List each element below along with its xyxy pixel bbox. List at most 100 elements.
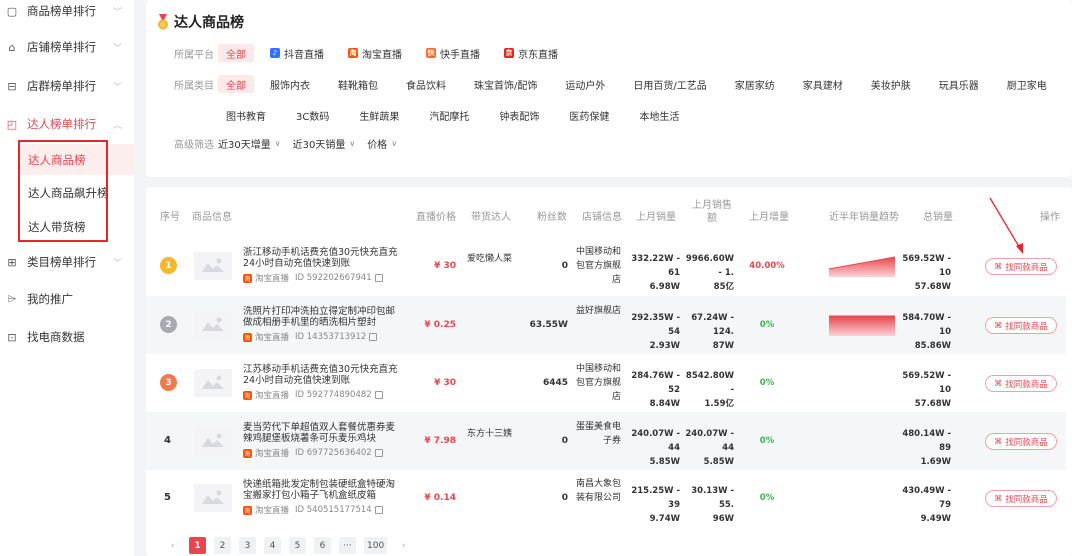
sales-30d-dropdown[interactable]: 近30天销量 ∨: [293, 136, 356, 151]
product-thumbnail[interactable]: [194, 311, 232, 339]
category-chip[interactable]: 钟表配饰: [491, 106, 547, 124]
total-sales-range-end: 57.68W: [914, 399, 951, 409]
find-similar-product-button[interactable]: ⌘ 找同款商品: [985, 490, 1057, 507]
page-button[interactable]: 5: [289, 537, 306, 554]
sidebar-item-shop-ranking[interactable]: ⌂ 店铺榜单排行 ﹀: [0, 32, 134, 62]
sidebar-item-influencer-ranking[interactable]: ◰ 达人榜单排行 ︿: [0, 109, 134, 139]
copy-icon[interactable]: [374, 274, 383, 282]
total-sales: 584.70W - 10 85.86W: [901, 311, 951, 353]
rank-number: 4: [164, 435, 171, 446]
page-button[interactable]: 2: [214, 537, 231, 554]
product-name-link[interactable]: 麦当劳代下单超值双人套餐优惠券麦辣鸡腿堡板烧薯条可乐麦乐鸡块: [243, 422, 401, 444]
last-month-sales-range-end: 6.98W: [649, 282, 680, 292]
shop-name[interactable]: 南昌大象包装有限公司: [576, 477, 621, 505]
platform-chip-jd[interactable]: 京京东直播: [496, 44, 566, 62]
product-name-link[interactable]: 快递纸箱批发定制包装硬纸盒特硬淘宝搬家打包小箱子飞机盒纸皮箱: [243, 479, 401, 501]
sidebar-item-category-ranking[interactable]: ⊞ 类目榜单排行 ﹀: [0, 247, 134, 277]
product-name-link[interactable]: 江苏移动手机话费充值30元快充直充24小时自动充值快速到账: [243, 364, 401, 386]
category-chip[interactable]: 厨卫家电: [999, 75, 1055, 93]
product-thumbnail[interactable]: [194, 427, 232, 455]
category-chip[interactable]: 医药保健: [561, 106, 617, 124]
category-chip[interactable]: 美妆护肤: [863, 75, 919, 93]
growth-30d-dropdown[interactable]: 近30天增量 ∨: [218, 136, 281, 151]
live-price: ¥ 0.25: [424, 320, 456, 330]
product-thumbnail[interactable]: [194, 252, 232, 280]
table-row[interactable]: 1 浙江移动手机话费充值30元快充直充24小时自动充值快速到账 淘 淘宝直播 I…: [146, 237, 1066, 295]
product-thumbnail[interactable]: [194, 369, 232, 397]
taobao-icon: 淘: [243, 273, 252, 283]
category-chip[interactable]: 运动户外: [557, 75, 613, 93]
page-button[interactable]: 4: [264, 537, 281, 554]
category-chip[interactable]: 服饰内衣: [262, 75, 318, 93]
total-sales-range: 569.52W - 10: [902, 254, 951, 278]
category-chip[interactable]: 玩具乐器: [931, 75, 987, 93]
category-chip[interactable]: 珠宝首饰/配饰: [466, 75, 545, 93]
page-button[interactable]: 3: [239, 537, 256, 554]
shop-name[interactable]: 益好旗舰店: [576, 304, 621, 318]
last-month-sales-range: 284.76W - 52: [631, 371, 680, 395]
category-chip[interactable]: 生鲜蔬果: [351, 106, 407, 124]
find-similar-product-button[interactable]: ⌘ 找同款商品: [985, 317, 1057, 334]
next-page-button[interactable]: ›: [395, 537, 412, 554]
copy-icon[interactable]: [374, 506, 383, 514]
category-chip[interactable]: 3C数码: [288, 106, 337, 124]
column-header-price[interactable]: 直播价格: [416, 208, 456, 223]
column-header-last-sales[interactable]: 上月销量: [636, 208, 676, 223]
taobao-icon: 淘: [243, 390, 252, 400]
platform-chip-all[interactable]: 全部: [218, 44, 254, 62]
copy-icon[interactable]: [369, 333, 378, 341]
category-chip[interactable]: 食品饮料: [398, 75, 454, 93]
copy-icon[interactable]: [374, 449, 383, 457]
platform-chip-taobao[interactable]: 淘淘宝直播: [340, 44, 410, 62]
last-month-amount: 30.13W - 55. 96W: [684, 484, 734, 526]
category-chip[interactable]: 汽配摩托: [421, 106, 477, 124]
shop-name[interactable]: 中国移动和包官方旗舰店: [576, 362, 621, 404]
page-button[interactable]: 100: [364, 537, 388, 554]
last-month-amount: 9966.60W - 1. 85亿: [684, 252, 734, 294]
sidebar-item-label: 类目榜单排行: [27, 255, 96, 269]
column-header-last-amount[interactable]: 上月销售额: [691, 199, 733, 225]
table-row[interactable]: 5 快递纸箱批发定制包装硬纸盒特硬淘宝搬家打包小箱子飞机盒纸皮箱 淘 淘宝直播 …: [146, 469, 1066, 527]
table-row[interactable]: 3 江苏移动手机话费充值30元快充直充24小时自动充值快速到账 淘 淘宝直播 I…: [146, 354, 1066, 412]
price-dropdown[interactable]: 价格 ∨: [367, 136, 397, 151]
copy-icon[interactable]: [374, 391, 383, 399]
column-header-fans[interactable]: 粉丝数: [537, 208, 567, 223]
platform-chip-douyin[interactable]: ♪ 抖音直播: [262, 44, 332, 62]
influencer-name[interactable]: 东方十三姨: [466, 427, 512, 441]
sidebar-item-product-ranking[interactable]: ▢ 商品榜单排行 ﹀: [0, 0, 134, 26]
sidebar-item-shop-group-ranking[interactable]: ⊟ 店群榜单排行 ﹀: [0, 71, 134, 101]
last-month-sales: 240.07W - 44 5.85W: [630, 427, 680, 469]
find-similar-product-button[interactable]: ⌘ 找同款商品: [985, 375, 1057, 392]
find-similar-product-button[interactable]: ⌘ 找同款商品: [985, 433, 1057, 450]
column-header-total[interactable]: 总销量: [923, 208, 953, 223]
prev-page-button[interactable]: ‹: [164, 537, 181, 554]
category-chip[interactable]: 家居家纺: [727, 75, 783, 93]
table-row[interactable]: 4 麦当劳代下单超值双人套餐优惠券麦辣鸡腿堡板烧薯条可乐麦乐鸡块 淘 淘宝直播 …: [146, 412, 1066, 470]
page-ellipsis[interactable]: ···: [339, 537, 356, 554]
shop-name[interactable]: 中国移动和包官方旗舰店: [576, 245, 621, 287]
category-chip[interactable]: 日用百货/工艺品: [625, 75, 714, 93]
category-chip[interactable]: 鞋靴箱包: [330, 75, 386, 93]
product-thumbnail[interactable]: [194, 484, 232, 512]
table-row[interactable]: 2 洗照片打印冲洗拍立得定制冲印包邮做成相册手机里的晒洗相片塑封 淘 淘宝直播 …: [146, 296, 1066, 354]
platform-chip-kuaishou[interactable]: 快快手直播: [418, 44, 488, 62]
sidebar-subitem-influencer-products[interactable]: 达人商品榜: [20, 144, 134, 175]
shop-name[interactable]: 蛋蛋美食电子券: [576, 420, 621, 448]
page-button[interactable]: 1: [189, 537, 206, 554]
sidebar-item-find-data[interactable]: ⊡ 找电商数据: [0, 322, 134, 352]
page-button[interactable]: 6: [314, 537, 331, 554]
sidebar-subitem-influencer-sales[interactable]: 达人带货榜: [20, 211, 134, 242]
live-price: ¥ 7.98: [424, 436, 456, 446]
find-similar-product-button[interactable]: ⌘ 找同款商品: [985, 258, 1057, 275]
category-filter-row: 所属类目 全部 服饰内衣 鞋靴箱包 食品饮料 珠宝首饰/配饰 运动户外 日用百货…: [174, 75, 1063, 93]
sidebar-item-my-promotion[interactable]: ⌲ 我的推广: [0, 284, 134, 314]
sidebar-subitem-influencer-rising[interactable]: 达人商品飙升榜: [20, 177, 134, 208]
category-chip[interactable]: 全部: [218, 75, 254, 93]
category-chip[interactable]: 本地生活: [631, 106, 687, 124]
category-chip[interactable]: 图书教育: [218, 106, 274, 124]
category-chip[interactable]: 家具建材: [795, 75, 851, 93]
influencer-name[interactable]: 爱吃懒人菜: [466, 252, 512, 266]
product-name-link[interactable]: 浙江移动手机话费充值30元快充直充24小时自动充值快速到账: [243, 247, 401, 269]
column-header-last-growth[interactable]: 上月增量: [749, 208, 789, 223]
product-name-link[interactable]: 洗照片打印冲洗拍立得定制冲印包邮做成相册手机里的晒洗相片塑封: [243, 306, 401, 328]
